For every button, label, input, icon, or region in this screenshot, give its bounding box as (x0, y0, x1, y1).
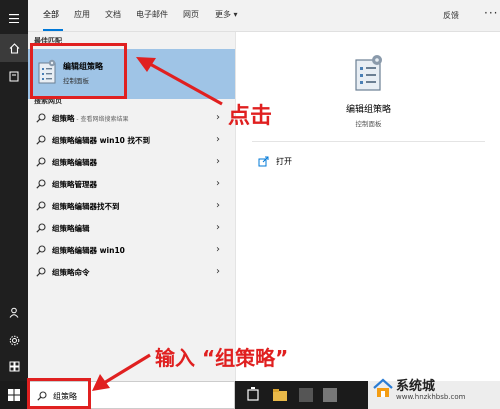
web-result-item[interactable]: 组策略 - 查看网络搜索结果 › (28, 108, 235, 129)
settings-gear-icon[interactable] (0, 326, 28, 354)
search-icon (36, 267, 46, 277)
selected-tab-indicator (43, 29, 63, 31)
watermark: 系统城 www.hnzkhbsb.com (368, 367, 500, 409)
highlight-box-search (27, 378, 91, 409)
tab-email[interactable]: 电子邮件 (136, 10, 168, 20)
web-result-label: 组策略编辑器 (52, 158, 97, 167)
open-action-label[interactable]: 打开 (276, 156, 292, 167)
windows-start-icon[interactable] (0, 381, 28, 409)
feedback-link[interactable]: 反馈 (443, 10, 459, 21)
search-icon (36, 113, 46, 123)
web-result-item[interactable]: 组策略管理器 › (28, 174, 235, 195)
web-result-label: 组策略编辑器 win10 找不到 (52, 136, 150, 145)
chevron-right-icon: › (216, 266, 220, 277)
web-result-item[interactable]: 组策略编辑器 win10 › (28, 240, 235, 261)
web-result-label: 组策略 (52, 114, 75, 123)
web-result-item[interactable]: 组策略编辑器 win10 找不到 › (28, 130, 235, 151)
web-result-label: 组策略编辑器 win10 (52, 246, 125, 255)
start-rail (0, 0, 28, 381)
web-result-item[interactable]: 组策略编辑 › (28, 218, 235, 239)
taskbar-app-icon[interactable] (320, 385, 340, 405)
more-options-icon[interactable]: ··· (484, 6, 498, 20)
documents-icon[interactable] (0, 62, 28, 90)
web-result-label: 组策略管理器 (52, 180, 97, 189)
tab-documents[interactable]: 文档 (105, 10, 121, 20)
group-policy-icon (355, 55, 382, 91)
search-icon (36, 157, 46, 167)
result-preview-panel: 编辑组策略 控制面板 打开 (235, 32, 500, 381)
chevron-right-icon: › (216, 134, 220, 145)
chevron-right-icon: › (216, 222, 220, 233)
web-result-label: 组策略编辑器找不到 (52, 202, 120, 211)
preview-subtitle: 控制面板 (355, 120, 382, 128)
chevron-right-icon: › (216, 156, 220, 167)
taskbar-app-icon[interactable] (296, 385, 316, 405)
house-logo-icon (373, 378, 393, 397)
preview-title: 编辑组策略 (345, 105, 391, 115)
highlight-box-best-match (30, 43, 127, 99)
tab-web[interactable]: 网页 (183, 10, 199, 20)
watermark-text: 系统城 (396, 379, 436, 394)
home-icon[interactable] (0, 34, 28, 62)
user-account-icon[interactable] (0, 298, 28, 326)
tab-more[interactable]: 更多 ▾ (215, 10, 238, 20)
web-result-sublabel: - 查看网络搜索结果 (74, 116, 129, 123)
search-icon (36, 245, 46, 255)
watermark-url: www.hnzkhbsb.com (396, 393, 466, 401)
web-result-label: 组策略编辑 (52, 224, 90, 233)
search-icon (36, 135, 46, 145)
chevron-right-icon: › (216, 200, 220, 211)
tab-apps[interactable]: 应用 (74, 10, 90, 20)
web-result-item[interactable]: 组策略编辑器找不到 › (28, 196, 235, 217)
chevron-right-icon: › (216, 178, 220, 189)
file-explorer-icon[interactable] (270, 385, 290, 405)
apps-grid-icon[interactable] (0, 352, 28, 380)
search-icon (36, 179, 46, 189)
search-icon (36, 201, 46, 211)
search-icon (36, 223, 46, 233)
hamburger-menu-icon[interactable] (0, 4, 28, 32)
annotation-click: 点击 (228, 104, 273, 129)
web-result-item[interactable]: 组策略编辑器 › (28, 152, 235, 173)
start-search-window: 全部 应用 文档 电子邮件 网页 更多 ▾ 反馈 ··· 最佳匹配 编辑组策略 … (0, 0, 500, 409)
task-view-icon[interactable] (243, 385, 263, 405)
web-result-label: 组策略命令 (52, 268, 90, 277)
preview-divider (252, 141, 485, 142)
search-filter-tabs: 全部 应用 文档 电子邮件 网页 更多 ▾ 反馈 ··· (28, 0, 500, 32)
chevron-right-icon: › (216, 244, 220, 255)
chevron-right-icon: › (216, 112, 220, 123)
tab-all[interactable]: 全部 (43, 10, 59, 20)
web-result-item[interactable]: 组策略命令 › (28, 262, 235, 283)
open-icon[interactable] (258, 156, 269, 167)
annotation-type: 输入 “组策略” (155, 346, 289, 370)
